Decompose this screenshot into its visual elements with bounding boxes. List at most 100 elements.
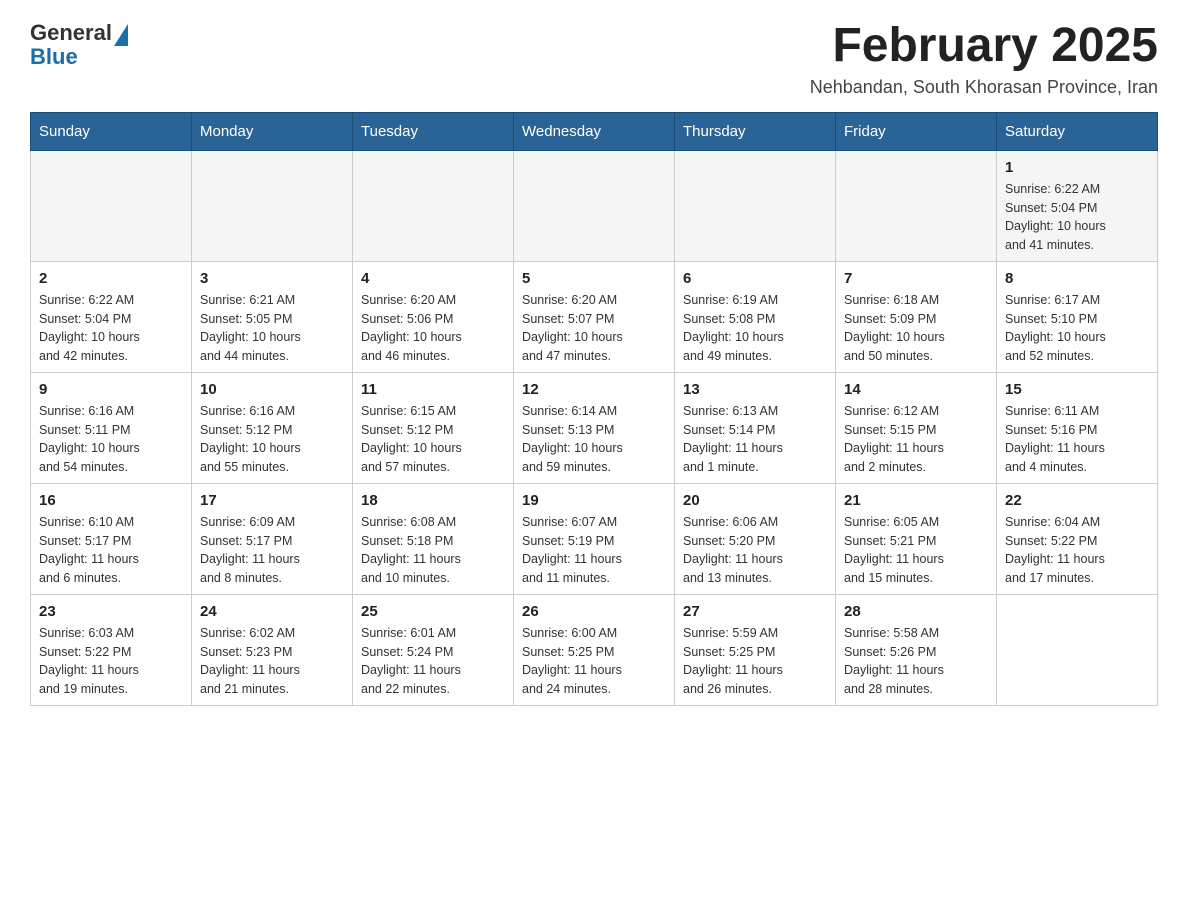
day-info: Sunrise: 6:07 AM Sunset: 5:19 PM Dayligh… xyxy=(522,513,666,588)
day-number: 3 xyxy=(200,270,344,287)
column-header-friday: Friday xyxy=(836,112,997,150)
calendar-cell: 3 Sunrise: 6:21 AM Sunset: 5:05 PM Daylig… xyxy=(192,261,353,372)
column-header-saturday: Saturday xyxy=(997,112,1158,150)
day-info: Sunrise: 6:00 AM Sunset: 5:25 PM Dayligh… xyxy=(522,624,666,699)
day-number: 13 xyxy=(683,381,827,398)
calendar-cell xyxy=(836,150,997,261)
calendar-table: SundayMondayTuesdayWednesdayThursdayFrid… xyxy=(30,112,1158,706)
logo-text-blue: Blue xyxy=(30,44,128,70)
calendar-week-row: 9Sunrise: 6:16 AM Sunset: 5:11 PM Daylig… xyxy=(31,372,1158,483)
day-number: 8 xyxy=(1005,270,1149,287)
calendar-cell: 23 Sunrise: 6:03 AM Sunset: 5:22 PM Dayli… xyxy=(31,594,192,705)
column-header-tuesday: Tuesday xyxy=(353,112,514,150)
calendar-cell xyxy=(353,150,514,261)
calendar-cell: 1 Sunrise: 6:22 AM Sunset: 5:04 PM Daylig… xyxy=(997,150,1158,261)
day-info: Sunrise: 6:06 AM Sunset: 5:20 PM Dayligh… xyxy=(683,513,827,588)
calendar-cell: 6 Sunrise: 6:19 AM Sunset: 5:08 PM Daylig… xyxy=(675,261,836,372)
column-header-monday: Monday xyxy=(192,112,353,150)
day-number: 11 xyxy=(361,381,505,398)
day-info: Sunrise: 5:58 AM Sunset: 5:26 PM Dayligh… xyxy=(844,624,988,699)
day-number: 15 xyxy=(1005,381,1149,398)
calendar-cell: 2 Sunrise: 6:22 AM Sunset: 5:04 PM Daylig… xyxy=(31,261,192,372)
day-info: Sunrise: 6:04 AM Sunset: 5:22 PM Dayligh… xyxy=(1005,513,1149,588)
day-number: 22 xyxy=(1005,492,1149,509)
calendar-cell: 9Sunrise: 6:16 AM Sunset: 5:11 PM Daylig… xyxy=(31,372,192,483)
day-info: Sunrise: 6:20 AM Sunset: 5:06 PM Dayligh… xyxy=(361,291,505,366)
day-number: 23 xyxy=(39,603,183,620)
day-info: Sunrise: 6:09 AM Sunset: 5:17 PM Dayligh… xyxy=(200,513,344,588)
day-number: 1 xyxy=(1005,159,1149,176)
day-number: 20 xyxy=(683,492,827,509)
calendar-cell xyxy=(675,150,836,261)
page-header: General Blue February 2025 Nehbandan, So… xyxy=(30,20,1158,98)
day-info: Sunrise: 6:20 AM Sunset: 5:07 PM Dayligh… xyxy=(522,291,666,366)
day-info: Sunrise: 6:03 AM Sunset: 5:22 PM Dayligh… xyxy=(39,624,183,699)
day-number: 26 xyxy=(522,603,666,620)
calendar-cell: 15Sunrise: 6:11 AM Sunset: 5:16 PM Dayli… xyxy=(997,372,1158,483)
day-number: 25 xyxy=(361,603,505,620)
calendar-week-row: 23 Sunrise: 6:03 AM Sunset: 5:22 PM Dayli… xyxy=(31,594,1158,705)
calendar-week-row: 2 Sunrise: 6:22 AM Sunset: 5:04 PM Daylig… xyxy=(31,261,1158,372)
calendar-cell: 21Sunrise: 6:05 AM Sunset: 5:21 PM Dayli… xyxy=(836,483,997,594)
logo: General Blue xyxy=(30,20,128,70)
logo-text-general: General xyxy=(30,20,112,45)
calendar-cell: 28 Sunrise: 5:58 AM Sunset: 5:26 PM Dayli… xyxy=(836,594,997,705)
calendar-cell: 16 Sunrise: 6:10 AM Sunset: 5:17 PM Dayli… xyxy=(31,483,192,594)
day-number: 27 xyxy=(683,603,827,620)
day-info: Sunrise: 6:19 AM Sunset: 5:08 PM Dayligh… xyxy=(683,291,827,366)
day-info: Sunrise: 5:59 AM Sunset: 5:25 PM Dayligh… xyxy=(683,624,827,699)
day-info: Sunrise: 6:05 AM Sunset: 5:21 PM Dayligh… xyxy=(844,513,988,588)
calendar-cell: 5 Sunrise: 6:20 AM Sunset: 5:07 PM Daylig… xyxy=(514,261,675,372)
day-info: Sunrise: 6:12 AM Sunset: 5:15 PM Dayligh… xyxy=(844,402,988,477)
calendar-cell: 10 Sunrise: 6:16 AM Sunset: 5:12 PM Dayli… xyxy=(192,372,353,483)
day-info: Sunrise: 6:22 AM Sunset: 5:04 PM Dayligh… xyxy=(39,291,183,366)
day-number: 7 xyxy=(844,270,988,287)
day-info: Sunrise: 6:02 AM Sunset: 5:23 PM Dayligh… xyxy=(200,624,344,699)
day-info: Sunrise: 6:13 AM Sunset: 5:14 PM Dayligh… xyxy=(683,402,827,477)
day-number: 10 xyxy=(200,381,344,398)
calendar-cell: 18Sunrise: 6:08 AM Sunset: 5:18 PM Dayli… xyxy=(353,483,514,594)
location-subtitle: Nehbandan, South Khorasan Province, Iran xyxy=(810,77,1158,98)
day-number: 2 xyxy=(39,270,183,287)
day-info: Sunrise: 6:18 AM Sunset: 5:09 PM Dayligh… xyxy=(844,291,988,366)
day-info: Sunrise: 6:21 AM Sunset: 5:05 PM Dayligh… xyxy=(200,291,344,366)
day-info: Sunrise: 6:01 AM Sunset: 5:24 PM Dayligh… xyxy=(361,624,505,699)
calendar-cell: 11 Sunrise: 6:15 AM Sunset: 5:12 PM Dayli… xyxy=(353,372,514,483)
column-header-sunday: Sunday xyxy=(31,112,192,150)
day-number: 9 xyxy=(39,381,183,398)
column-header-wednesday: Wednesday xyxy=(514,112,675,150)
calendar-header-row: SundayMondayTuesdayWednesdayThursdayFrid… xyxy=(31,112,1158,150)
day-number: 16 xyxy=(39,492,183,509)
calendar-cell: 12 Sunrise: 6:14 AM Sunset: 5:13 PM Dayli… xyxy=(514,372,675,483)
day-info: Sunrise: 6:22 AM Sunset: 5:04 PM Dayligh… xyxy=(1005,180,1149,255)
day-number: 5 xyxy=(522,270,666,287)
calendar-cell: 14 Sunrise: 6:12 AM Sunset: 5:15 PM Dayli… xyxy=(836,372,997,483)
calendar-week-row: 16 Sunrise: 6:10 AM Sunset: 5:17 PM Dayli… xyxy=(31,483,1158,594)
day-info: Sunrise: 6:17 AM Sunset: 5:10 PM Dayligh… xyxy=(1005,291,1149,366)
day-number: 12 xyxy=(522,381,666,398)
calendar-cell: 26 Sunrise: 6:00 AM Sunset: 5:25 PM Dayli… xyxy=(514,594,675,705)
calendar-cell: 4 Sunrise: 6:20 AM Sunset: 5:06 PM Daylig… xyxy=(353,261,514,372)
day-number: 14 xyxy=(844,381,988,398)
day-number: 4 xyxy=(361,270,505,287)
calendar-cell: 13 Sunrise: 6:13 AM Sunset: 5:14 PM Dayli… xyxy=(675,372,836,483)
day-number: 17 xyxy=(200,492,344,509)
day-info: Sunrise: 6:14 AM Sunset: 5:13 PM Dayligh… xyxy=(522,402,666,477)
day-info: Sunrise: 6:15 AM Sunset: 5:12 PM Dayligh… xyxy=(361,402,505,477)
calendar-cell: 20 Sunrise: 6:06 AM Sunset: 5:20 PM Dayli… xyxy=(675,483,836,594)
day-number: 19 xyxy=(522,492,666,509)
calendar-cell: 8 Sunrise: 6:17 AM Sunset: 5:10 PM Daylig… xyxy=(997,261,1158,372)
calendar-cell xyxy=(514,150,675,261)
calendar-cell: 22 Sunrise: 6:04 AM Sunset: 5:22 PM Dayli… xyxy=(997,483,1158,594)
day-number: 28 xyxy=(844,603,988,620)
day-info: Sunrise: 6:10 AM Sunset: 5:17 PM Dayligh… xyxy=(39,513,183,588)
calendar-cell: 24 Sunrise: 6:02 AM Sunset: 5:23 PM Dayli… xyxy=(192,594,353,705)
calendar-cell xyxy=(192,150,353,261)
day-info: Sunrise: 6:16 AM Sunset: 5:12 PM Dayligh… xyxy=(200,402,344,477)
day-number: 24 xyxy=(200,603,344,620)
day-number: 6 xyxy=(683,270,827,287)
day-info: Sunrise: 6:08 AM Sunset: 5:18 PM Dayligh… xyxy=(361,513,505,588)
calendar-cell: 17 Sunrise: 6:09 AM Sunset: 5:17 PM Dayli… xyxy=(192,483,353,594)
calendar-cell: 19 Sunrise: 6:07 AM Sunset: 5:19 PM Dayli… xyxy=(514,483,675,594)
calendar-cell: 27 Sunrise: 5:59 AM Sunset: 5:25 PM Dayli… xyxy=(675,594,836,705)
